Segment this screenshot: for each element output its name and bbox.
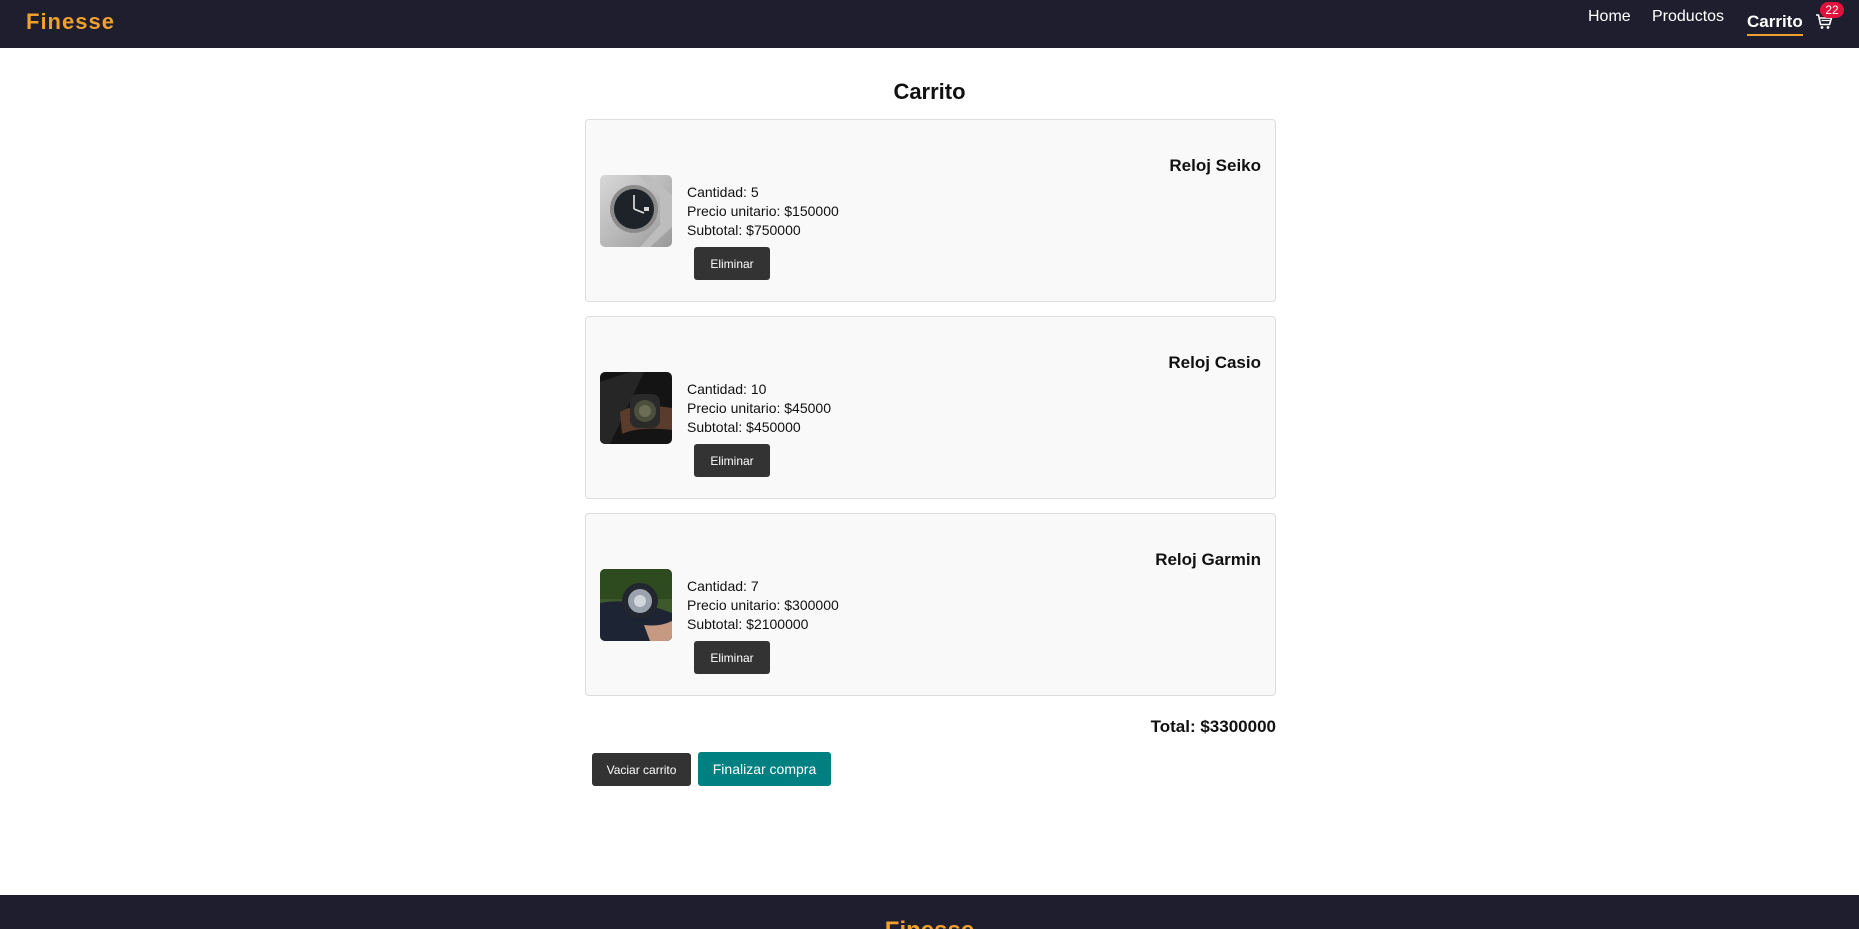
item-quantity: Cantidad: 10 [687,381,767,397]
item-details: Cantidad: 5 Precio unitario: $150000 Sub… [687,183,839,240]
item-unit-price: Precio unitario: $300000 [687,597,839,613]
item-unit-price: Precio unitario: $45000 [687,400,831,416]
page-title: Carrito [893,79,966,104]
item-subtotal: Subtotal: $2100000 [687,616,809,632]
product-image-garmin [600,569,672,641]
cart-count-badge: 22 [1820,2,1844,18]
cart-total: Total: $3300000 [1150,717,1276,736]
nav-link-home[interactable]: Home [1588,8,1631,26]
checkout-button[interactable]: Finalizar compra [698,752,831,786]
item-subtotal: Subtotal: $450000 [687,419,801,435]
clear-cart-button[interactable]: Vaciar carrito [592,753,691,786]
item-unit-price: Precio unitario: $150000 [687,203,839,219]
remove-item-button[interactable]: Eliminar [694,247,770,280]
item-name: Reloj Seiko [1169,156,1261,175]
item-subtotal: Subtotal: $750000 [687,222,801,238]
item-quantity: Cantidad: 7 [687,578,759,594]
cart-item: Reloj Garmin Cantidad: 7 Precio unitario… [585,513,1276,696]
item-name: Reloj Garmin [1155,550,1261,569]
item-details: Cantidad: 7 Precio unitario: $300000 Sub… [687,577,839,634]
item-quantity: Cantidad: 5 [687,184,759,200]
footer: Finesse [0,895,1859,929]
remove-item-button[interactable]: Eliminar [694,444,770,477]
navbar: Finesse Home Productos Carrito 22 [0,0,1859,48]
nav-link-carrito[interactable]: Carrito [1747,12,1803,36]
item-name: Reloj Casio [1168,353,1261,372]
remove-item-button[interactable]: Eliminar [694,641,770,674]
product-image-casio [600,372,672,444]
cart-item: Reloj Casio Cantidad: 10 Precio unitario… [585,316,1276,499]
brand-logo[interactable]: Finesse [26,9,115,35]
nav-link-productos[interactable]: Productos [1652,8,1724,26]
cart-item: Reloj Seiko Cantidad: 5 Precio unitario:… [585,119,1276,302]
item-details: Cantidad: 10 Precio unitario: $45000 Sub… [687,380,831,437]
product-image-seiko [600,175,672,247]
footer-brand: Finesse [0,917,1859,929]
